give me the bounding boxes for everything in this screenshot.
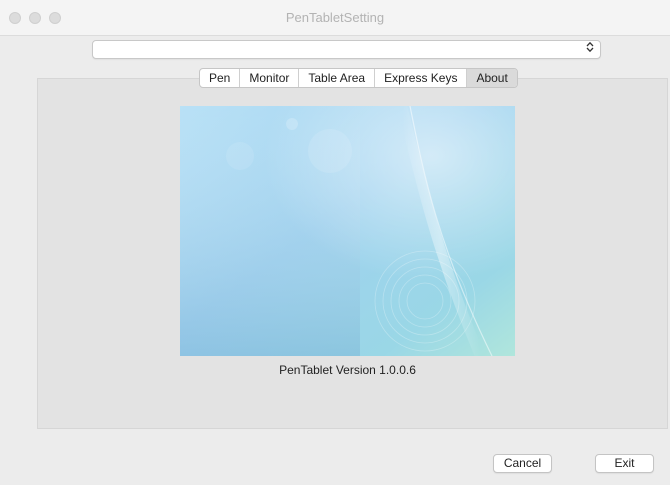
tab-monitor[interactable]: Monitor — [240, 69, 300, 87]
tab-table-area[interactable]: Table Area — [299, 69, 376, 87]
app-window: PenTabletSetting Pen Monitor Table Area … — [0, 0, 670, 485]
version-label: PenTablet Version 1.0.0.6 — [279, 363, 416, 377]
device-select[interactable] — [92, 40, 601, 59]
tab-express-keys[interactable]: Express Keys — [375, 69, 468, 87]
window-title: PenTabletSetting — [285, 10, 385, 25]
exit-button[interactable]: Exit — [595, 454, 654, 473]
tab-bar: Pen Monitor Table Area Express Keys Abou… — [199, 68, 518, 88]
about-splash-image — [180, 106, 515, 356]
tab-about[interactable]: About — [467, 69, 517, 87]
tab-pen[interactable]: Pen — [200, 69, 241, 87]
up-down-chevron-icon — [586, 41, 594, 58]
cancel-button[interactable]: Cancel — [493, 454, 552, 473]
title-bar: PenTabletSetting — [0, 0, 670, 36]
